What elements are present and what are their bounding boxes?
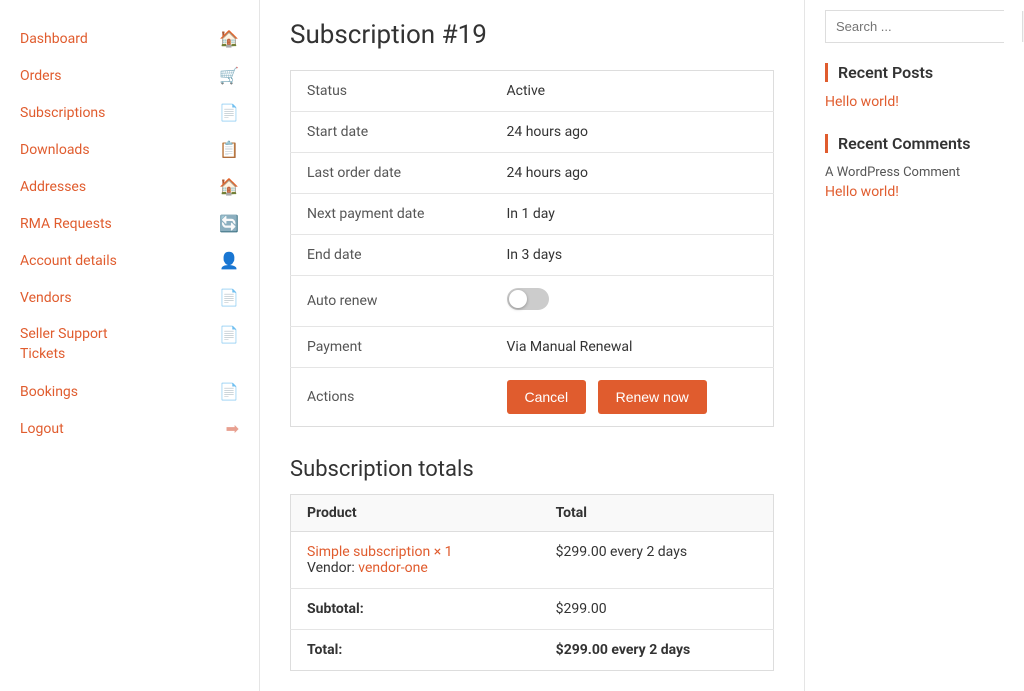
last-order-label: Last order date — [291, 153, 491, 194]
subtotal-value: $299.00 — [540, 589, 774, 630]
next-payment-value: In 1 day — [491, 194, 774, 235]
vendors-label: Vendors — [20, 290, 72, 306]
product-row: Simple subscription × 1 Vendor: vendor-o… — [291, 532, 774, 589]
subscriptions-label: Subscriptions — [20, 105, 105, 121]
total-col-header: Total — [540, 495, 774, 532]
seller-support-label: Seller SupportTickets — [20, 325, 108, 364]
auto-renew-toggle[interactable] — [507, 288, 549, 310]
sidebar-item-vendors[interactable]: Vendors 📄 — [0, 279, 259, 316]
right-sidebar: Sear Recent Posts Hello world! Recent Co… — [804, 0, 1024, 691]
end-date-value: In 3 days — [491, 235, 774, 276]
cancel-button[interactable]: Cancel — [507, 380, 587, 414]
status-row: Status Active — [291, 71, 774, 112]
comment-text: A WordPress Comment — [825, 165, 1004, 180]
renew-button[interactable]: Renew now — [598, 380, 707, 414]
sidebar-item-addresses[interactable]: Addresses 🏠 — [0, 168, 259, 205]
toggle-knob — [509, 290, 527, 308]
dashboard-icon: 🏠 — [219, 29, 239, 48]
sidebar-item-subscriptions[interactable]: Subscriptions 📄 — [0, 94, 259, 131]
end-date-label: End date — [291, 235, 491, 276]
totals-table: Product Total Simple subscription × 1 Ve… — [290, 494, 774, 671]
sidebar-item-downloads[interactable]: Downloads 📋 — [0, 131, 259, 168]
start-date-value: 24 hours ago — [491, 112, 774, 153]
sidebar-item-seller-support[interactable]: Seller SupportTickets 📄 — [0, 316, 259, 373]
total-value: $299.00 every 2 days — [540, 630, 774, 671]
main-content: Subscription #19 Status Active Start dat… — [260, 0, 804, 691]
search-input[interactable] — [826, 11, 1022, 42]
bookings-icon: 📄 — [219, 382, 239, 401]
last-order-row: Last order date 24 hours ago — [291, 153, 774, 194]
recent-posts-title: Recent Posts — [825, 63, 1004, 82]
addresses-icon: 🏠 — [219, 177, 239, 196]
addresses-label: Addresses — [20, 179, 86, 195]
subtotal-label: Subtotal: — [291, 589, 540, 630]
total-row: Total: $299.00 every 2 days — [291, 630, 774, 671]
product-col-header: Product — [291, 495, 540, 532]
actions-row: Actions Cancel Renew now — [291, 368, 774, 427]
recent-post-link[interactable]: Hello world! — [825, 94, 1004, 110]
last-order-value: 24 hours ago — [491, 153, 774, 194]
payment-value: Via Manual Renewal — [491, 327, 774, 368]
auto-renew-row: Auto renew — [291, 276, 774, 327]
sidebar-item-rma[interactable]: RMA Requests 🔄 — [0, 205, 259, 242]
subscription-info-table: Status Active Start date 24 hours ago La… — [290, 70, 774, 427]
recent-comments-title: Recent Comments — [825, 134, 1004, 153]
next-payment-label: Next payment date — [291, 194, 491, 235]
vendor-link[interactable]: vendor-one — [358, 560, 427, 576]
product-qty: × 1 — [434, 544, 453, 560]
comment-link[interactable]: Hello world! — [825, 184, 1004, 200]
rma-label: RMA Requests — [20, 216, 112, 232]
sidebar-item-account[interactable]: Account details 👤 — [0, 242, 259, 279]
bookings-label: Bookings — [20, 384, 78, 400]
search-box: Sear — [825, 10, 1004, 43]
status-label: Status — [291, 71, 491, 112]
rma-icon: 🔄 — [219, 214, 239, 233]
vendors-icon: 📄 — [219, 288, 239, 307]
downloads-label: Downloads — [20, 142, 90, 158]
recent-comments-widget: Recent Comments A WordPress Comment Hell… — [825, 134, 1004, 200]
product-total: $299.00 every 2 days — [540, 532, 774, 589]
downloads-icon: 📋 — [219, 140, 239, 159]
start-date-label: Start date — [291, 112, 491, 153]
sidebar-item-bookings[interactable]: Bookings 📄 — [0, 373, 259, 410]
auto-renew-label: Auto renew — [291, 276, 491, 327]
account-icon: 👤 — [219, 251, 239, 270]
sidebar-item-logout[interactable]: Logout ➡ — [0, 410, 259, 447]
orders-icon: 🛒 — [219, 66, 239, 85]
totals-section-title: Subscription totals — [290, 457, 774, 482]
payment-row: Payment Via Manual Renewal — [291, 327, 774, 368]
page-title: Subscription #19 — [290, 20, 774, 50]
logout-label: Logout — [20, 421, 64, 437]
actions-label: Actions — [291, 368, 491, 427]
vendor-label: Vendor: — [307, 560, 358, 576]
sidebar-item-dashboard[interactable]: Dashboard 🏠 — [0, 20, 259, 57]
recent-posts-widget: Recent Posts Hello world! — [825, 63, 1004, 110]
auto-renew-cell — [491, 276, 774, 327]
payment-label: Payment — [291, 327, 491, 368]
status-value: Active — [491, 71, 774, 112]
next-payment-row: Next payment date In 1 day — [291, 194, 774, 235]
logout-icon: ➡ — [226, 419, 239, 438]
product-name: Simple subscription — [307, 544, 430, 560]
product-link[interactable]: Simple subscription × 1 — [307, 544, 453, 560]
total-label: Total: — [291, 630, 540, 671]
start-date-row: Start date 24 hours ago — [291, 112, 774, 153]
subtotal-row: Subtotal: $299.00 — [291, 589, 774, 630]
account-label: Account details — [20, 253, 117, 269]
product-cell: Simple subscription × 1 Vendor: vendor-o… — [291, 532, 540, 589]
seller-support-icon: 📄 — [219, 325, 239, 344]
subscriptions-icon: 📄 — [219, 103, 239, 122]
sidebar: Dashboard 🏠 Orders 🛒 Subscriptions 📄 Dow… — [0, 0, 260, 691]
actions-cell: Cancel Renew now — [491, 368, 774, 427]
orders-label: Orders — [20, 68, 62, 84]
dashboard-label: Dashboard — [20, 31, 88, 47]
end-date-row: End date In 3 days — [291, 235, 774, 276]
sidebar-item-orders[interactable]: Orders 🛒 — [0, 57, 259, 94]
totals-header-row: Product Total — [291, 495, 774, 532]
